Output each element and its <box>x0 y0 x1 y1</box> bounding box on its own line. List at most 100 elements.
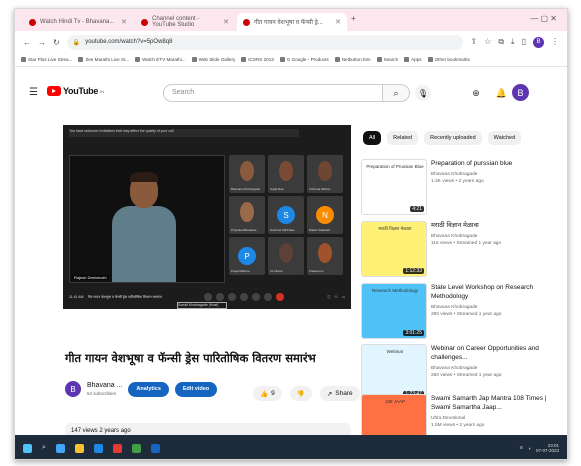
chip-watched[interactable]: Watched <box>487 131 522 145</box>
bookmark-item[interactable]: Search <box>376 57 398 62</box>
search-button[interactable]: ⌕ <box>382 84 410 102</box>
participant-face <box>240 202 254 222</box>
camera-toggle-icon[interactable] <box>215 293 224 301</box>
avatar[interactable]: B <box>512 84 529 101</box>
participant-initial: P <box>238 247 256 265</box>
chip-recently-uploaded[interactable]: Recently uploaded <box>424 131 482 145</box>
browser-tab[interactable]: Channel content - YouTube Studio ✕ <box>135 13 235 31</box>
close-icon[interactable]: ✕ <box>223 18 229 26</box>
bell-icon[interactable]: 🔔 <box>496 88 507 99</box>
people-icon[interactable]: ⚇ <box>335 295 338 299</box>
taskbar-app-icon[interactable] <box>150 443 160 453</box>
search-input[interactable]: Search <box>163 84 383 102</box>
bookmark-favicon-icon <box>241 57 247 62</box>
recommended-channel[interactable]: Bhavana Khobragade <box>431 234 477 240</box>
bookmark-item[interactable]: ICSRS 2013 <box>241 57 274 62</box>
participant-name: Bhavana Khobragade <box>231 187 261 191</box>
captions-icon[interactable] <box>227 293 236 301</box>
taskbar-app-icon[interactable] <box>55 443 65 453</box>
back-icon[interactable]: ← <box>23 38 31 47</box>
star-icon[interactable]: ☆ <box>484 37 491 48</box>
window-controls-icon[interactable]: — ▢ ✕ <box>530 14 557 23</box>
bookmark-item[interactable]: Zee Marathi Live St... <box>78 57 129 62</box>
reload-icon[interactable]: ↻ <box>53 38 60 47</box>
video-player[interactable]: You have unknown invitations that may af… <box>63 125 351 309</box>
clock[interactable]: 23:01 07-07-2023 <box>536 443 559 454</box>
new-tab-icon[interactable]: + <box>351 14 356 23</box>
profile-avatar[interactable]: B <box>533 36 544 48</box>
info-icon[interactable]: ⓘ <box>327 295 331 300</box>
hamburger-menu-icon[interactable]: ☰ <box>29 87 38 98</box>
recommended-video[interactable]: Preparation of Prussian Blue 4:21 Preparat… <box>361 159 567 223</box>
chip-related[interactable]: Related <box>387 131 419 145</box>
create-icon[interactable]: ⊕ <box>472 88 480 99</box>
edit-video-button[interactable]: Edit video <box>174 381 218 397</box>
analytics-button[interactable]: Analytics <box>128 381 169 397</box>
thumbnail-text: Preparation of Prussian Blue <box>366 164 424 169</box>
kebab-menu-icon[interactable]: ⋮ <box>551 37 559 48</box>
browser-tab-active[interactable]: गीत गायन वेशभूषा व फॅन्सी ड्रे... ✕ <box>237 13 347 31</box>
video-thumbnail[interactable]: मराठी विज्ञान मेळावा 1:12:33 <box>361 221 427 277</box>
recommended-video[interactable]: मराठी विज्ञान मेळावा 1:12:33 मराठी विज्ञान… <box>361 221 567 285</box>
recommended-channel[interactable]: Bhavana Khobragade <box>431 305 477 311</box>
close-icon[interactable]: ✕ <box>121 18 127 26</box>
bookmark-favicon-icon <box>135 57 141 62</box>
microphone-icon: 🎙 <box>417 88 429 98</box>
recommended-video[interactable]: Research Methodology 3:01:25 State Level W… <box>361 283 567 347</box>
bookmark-item[interactable]: G Google - Products <box>279 57 329 62</box>
volume-icon[interactable]: ◖ <box>528 446 531 451</box>
voice-search-button[interactable]: 🎙 <box>415 85 431 101</box>
recommended-title[interactable]: Preparation of purssian blue <box>431 160 563 169</box>
recommended-channel[interactable]: Bhavana Khobragade <box>431 172 477 178</box>
thumbnail-text: मराठी विज्ञान मेळावा <box>378 226 412 231</box>
more-options-icon[interactable] <box>263 293 272 301</box>
browser-tab[interactable]: Watch Hindi Tv - Bhavana... ✕ <box>23 13 133 31</box>
bookmark-item[interactable]: Web Slide Gallery <box>191 57 235 62</box>
chip-all[interactable]: All <box>363 131 382 145</box>
raise-hand-icon[interactable] <box>239 293 248 301</box>
dislike-button[interactable]: 👎 <box>289 386 312 401</box>
wifi-icon[interactable]: ≋ <box>519 445 523 451</box>
download-icon[interactable]: ⤓ <box>511 37 515 48</box>
bookmark-item[interactable]: Watch ETV Marathi... <box>135 57 186 62</box>
recommended-title[interactable]: Webinar on Career Opportunities and chal… <box>431 345 563 363</box>
windows-start-icon[interactable] <box>23 443 32 453</box>
recommended-channel[interactable]: Bhavana Khobragade <box>431 366 477 372</box>
subscriber-count: 54 subscribers <box>87 390 117 396</box>
chrome-icon[interactable] <box>131 443 141 453</box>
video-thumbnail[interactable]: Webinar1:23:47 <box>361 344 427 400</box>
taskbar-search-icon[interactable]: ⌕ <box>42 444 46 452</box>
present-icon[interactable] <box>251 293 260 301</box>
like-button[interactable]: 👍 9 <box>253 386 282 401</box>
recommended-title[interactable]: Swami Samarth Jap Mantra 108 Times | Swa… <box>431 395 563 413</box>
bookmark-item[interactable]: Other bookmarks <box>427 57 470 62</box>
recommended-title[interactable]: मराठी विज्ञान मेळावा <box>431 222 563 231</box>
youtube-logo[interactable]: YouTube IN <box>47 86 104 96</box>
end-call-icon[interactable] <box>275 293 284 301</box>
chat-icon[interactable]: ▭ <box>342 295 345 299</box>
video-thumbnail[interactable]: Preparation of Prussian Blue 4:21 <box>361 159 427 215</box>
recommended-title[interactable]: State Level Workshop on Research Methodo… <box>431 284 563 302</box>
mic-toggle-icon[interactable] <box>203 293 212 301</box>
video-thumbnail[interactable]: Research Methodology 3:01:25 <box>361 283 427 339</box>
taskbar-app-icon[interactable] <box>93 443 103 453</box>
folder-icon[interactable] <box>74 443 84 453</box>
channel-name[interactable]: Bhavana ... <box>87 382 122 389</box>
bookmark-favicon-icon <box>376 57 382 62</box>
meeting-control-bar: 11:41 AM गीत गायन वेशभूषा व फॅन्सी ड्रेस… <box>69 290 345 304</box>
bookmark-item[interactable]: Apps <box>404 57 422 62</box>
close-icon[interactable]: ✕ <box>335 18 341 26</box>
bookmark-item[interactable]: Netbutton.htm <box>334 57 371 62</box>
recommended-channel[interactable]: Ultra Devotional <box>431 416 465 422</box>
share-page-icon[interactable]: ⇪ <box>470 37 477 48</box>
sidepanel-icon[interactable]: ▯ <box>522 37 526 48</box>
extensions-icon[interactable]: ⧉ <box>498 37 504 48</box>
share-button[interactable]: ↗ Share <box>319 386 360 401</box>
youtube-play-icon <box>47 86 61 96</box>
bookmark-favicon-icon <box>78 57 84 62</box>
forward-icon[interactable]: → <box>38 38 46 47</box>
url-field[interactable]: 🔒 youtube.com/watch?v=5pOw8q8 <box>66 34 464 50</box>
channel-avatar[interactable]: B <box>65 381 81 397</box>
taskbar-app-icon[interactable] <box>112 443 122 453</box>
bookmark-item[interactable]: Star Plus Live Strea... <box>21 57 72 62</box>
